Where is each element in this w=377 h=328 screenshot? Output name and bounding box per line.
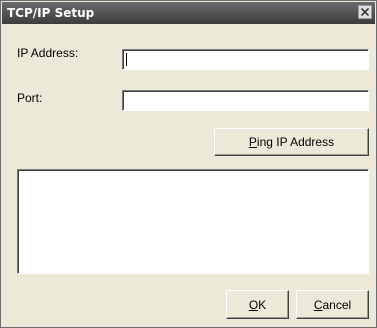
title-bar[interactable]: TCP/IP Setup (2, 2, 375, 24)
tcpip-setup-dialog: TCP/IP Setup IP Address: Port: Ping IP A… (0, 0, 377, 328)
ok-button[interactable]: OK (226, 290, 289, 319)
cancel-button[interactable]: Cancel (296, 290, 369, 319)
ping-ip-address-button[interactable]: Ping IP Address (214, 128, 369, 156)
ping-output-area[interactable] (17, 169, 369, 274)
cancel-label: ancel (322, 297, 352, 312)
ip-address-label: IP Address: (17, 46, 79, 60)
ping-mnemonic: P (248, 135, 257, 149)
port-input[interactable] (122, 90, 369, 111)
ip-address-input[interactable] (122, 49, 369, 70)
text-caret (126, 53, 127, 66)
port-label: Port: (17, 91, 43, 105)
ok-mnemonic: O (248, 297, 259, 312)
close-button[interactable] (358, 5, 372, 19)
window-title: TCP/IP Setup (7, 6, 95, 20)
close-icon (361, 8, 369, 16)
ping-label: ing IP Address (256, 135, 335, 149)
ok-label: K (258, 297, 267, 312)
